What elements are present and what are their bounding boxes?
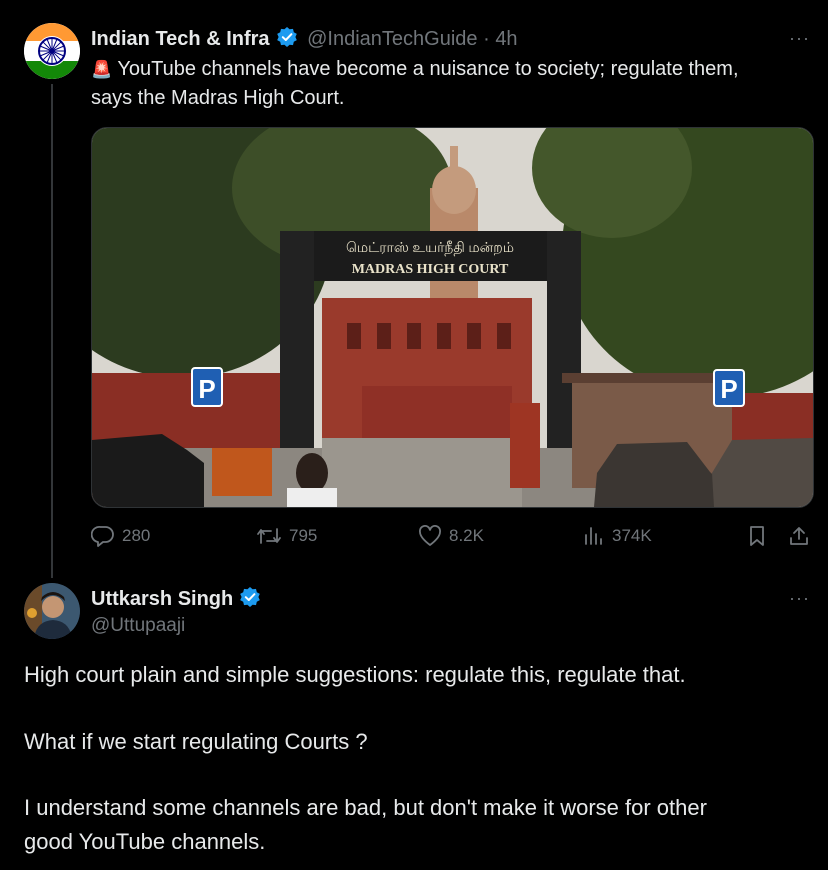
like-icon [419,525,441,546]
author-name[interactable]: Indian Tech & Infra [91,28,270,50]
more-icon[interactable]: ··· [789,28,810,49]
tweet-text: 🚨 YouTube channels have become a nuisanc… [91,55,739,113]
reply-header: Uttkarsh Singh [91,586,261,614]
user-avatar[interactable] [24,583,80,639]
tweet-actions: 280 795 8.2K 374K [91,525,813,551]
verified-icon [239,586,261,614]
reply-icon [91,526,114,547]
bookmark-button[interactable] [747,525,767,547]
retweet-count: 795 [289,526,318,545]
tweet-image[interactable]: மெட்ராஸ் உயர்நீதி மன்றம் MADRAS HIGH COU… [91,127,814,508]
share-button[interactable] [788,525,810,547]
reply-paragraph-3-line-1: I understand some channels are bad, but … [24,795,707,820]
reply-paragraph-2: What if we start regulating Courts ? [24,729,368,754]
sign-english: MADRAS HIGH COURT [352,262,509,277]
sign-tamil: மெட்ராஸ் உயர்நீதி மன்றம் [346,241,514,256]
views-button[interactable]: 374K [583,525,652,547]
reply-more-icon[interactable]: ··· [789,588,810,609]
retweet-icon [257,528,281,544]
like-button[interactable]: 8.2K [418,525,484,547]
reply-button[interactable]: 280 [91,525,150,547]
tweet-text-line-2: says the Madras High Court. [91,87,345,109]
parking-sign-left: P [198,374,215,404]
tweet-time[interactable]: 4h [495,28,517,50]
reply-paragraph-3: I understand some channels are bad, but … [24,791,804,859]
verified-icon [276,26,298,54]
reply-author-name[interactable]: Uttkarsh Singh [91,588,233,610]
siren-emoji: 🚨 [91,60,113,79]
author-handle[interactable]: @IndianTechGuide [307,28,477,50]
like-count: 8.2K [449,526,484,545]
reply-author-handle[interactable]: @Uttupaaji [91,615,185,637]
views-icon [585,527,602,545]
bookmark-icon [750,526,764,546]
indian-flag-avatar[interactable] [24,23,80,79]
retweet-button[interactable]: 795 [256,525,317,547]
reply-paragraph-3-line-2: good YouTube channels. [24,829,266,854]
thread-connector-line [51,84,53,578]
reply-paragraph-1: High court plain and simple suggestions:… [24,662,686,687]
share-icon [790,527,808,545]
reply-count: 280 [122,526,151,545]
views-count: 374K [612,526,652,545]
parking-sign-right: P [720,374,737,404]
tweet-header: Indian Tech & Infra @IndianTechGuide · 4… [91,26,518,54]
tweet-text-line-1: YouTube channels have become a nuisance … [117,58,739,80]
